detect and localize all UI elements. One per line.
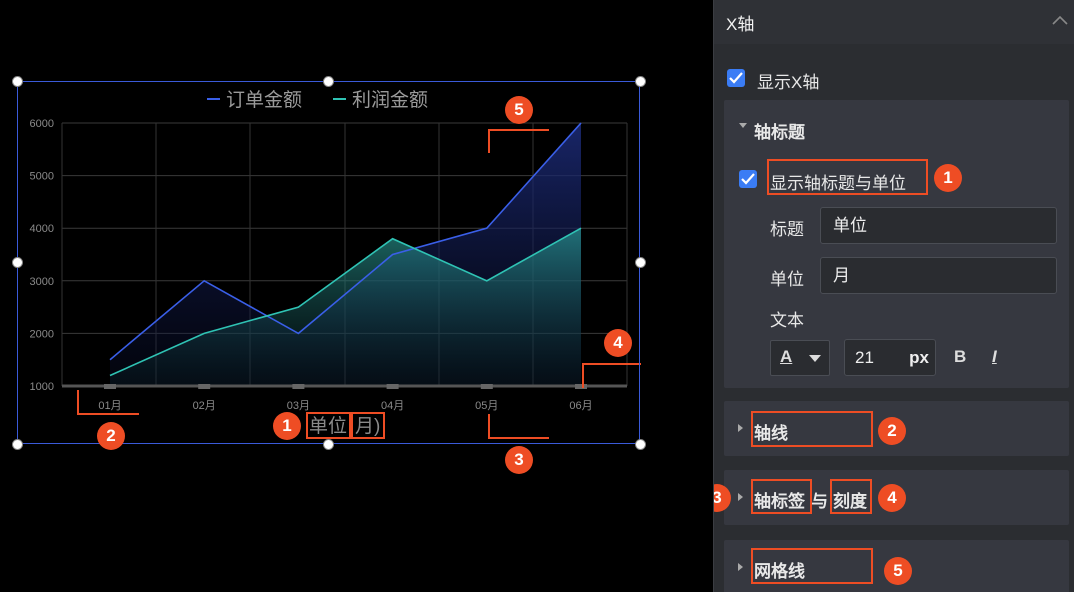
text-style-label: 文本: [770, 311, 804, 330]
caret-right-icon[interactable]: [738, 493, 743, 501]
resize-handle-ml[interactable]: [12, 257, 23, 268]
show-x-axis-checkbox[interactable]: [727, 69, 745, 87]
show-axis-title-unit-checkbox[interactable]: [739, 170, 757, 188]
italic-button[interactable]: I: [992, 347, 997, 367]
x-tick-mark: [575, 384, 587, 389]
area-chart: 1000 2000 3000 4000 5000 6000 01月 02月 03月 04月 05月 0…: [30, 89, 641, 439]
unit-field-label: 单位: [770, 270, 804, 289]
check-icon: [729, 72, 743, 84]
y-tick-label: 1000: [30, 381, 54, 393]
font-color-glyph: A: [780, 347, 793, 366]
x-tick-label: 03月: [287, 400, 310, 412]
callout-line-3: [488, 414, 549, 439]
callout-badge-1: 1: [273, 412, 301, 440]
resize-handle-bm[interactable]: [323, 439, 334, 450]
property-panel: X轴 显示X轴 轴标题 显示轴标题与单位 1 标题 单位 单位 月 文本 A 2…: [713, 0, 1074, 592]
y-tick-label: 3000: [30, 276, 54, 288]
highlight-axis-tick: [830, 479, 872, 514]
x-tick-mark: [292, 384, 305, 389]
axis-label-tick-joiner: 与: [811, 492, 828, 511]
y-tick-label: 5000: [30, 171, 54, 183]
axis-title-input[interactable]: 单位: [820, 207, 1057, 244]
y-tick-label: 2000: [30, 328, 54, 340]
dropdown-arrow-icon: [809, 355, 821, 362]
highlight-axis-label: [751, 479, 812, 514]
x-tick-label: 06月: [569, 400, 592, 412]
callout-line-4: [582, 363, 641, 388]
x-axis-panel-header[interactable]: X轴: [714, 0, 1074, 44]
resize-handle-br[interactable]: [635, 439, 646, 450]
callout-line-5: [488, 129, 549, 153]
callout-badge-1: 1: [934, 164, 962, 192]
x-tick-mark: [198, 384, 211, 389]
axis-title-section-label[interactable]: 轴标题: [754, 118, 805, 143]
font-size-unit: px: [909, 348, 929, 367]
resize-handle-bl[interactable]: [12, 439, 23, 450]
x-tick-mark: [104, 384, 116, 389]
check-icon: [741, 173, 755, 185]
highlight-axis-line: [751, 411, 873, 447]
chart-canvas[interactable]: 1000 2000 3000 4000 5000 6000 01月 02月 03月 04月 05月 0…: [0, 0, 713, 592]
callout-badge-5: 5: [884, 557, 912, 585]
callout-badge-3: 3: [505, 446, 533, 474]
panel-title: X轴: [726, 15, 755, 34]
x-tick-label: 05月: [475, 400, 498, 412]
legend-label-profit: 利润金额: [352, 89, 428, 111]
x-tick-label: 04月: [381, 400, 404, 412]
highlight-show-axis-title-unit: [767, 159, 928, 195]
callout-badge-4: 4: [604, 329, 632, 357]
caret-down-icon[interactable]: [739, 123, 747, 128]
bold-button[interactable]: B: [954, 347, 966, 367]
resize-handle-tl[interactable]: [12, 76, 23, 87]
x-tick-mark: [386, 384, 399, 389]
callout-badge-4: 4: [878, 484, 906, 512]
title-field-label: 标题: [770, 220, 804, 239]
font-size-value: 21: [855, 348, 874, 367]
y-tick-label: 4000: [30, 223, 54, 235]
highlight-axis-title-paren: [351, 412, 385, 439]
font-size-input[interactable]: 21 px: [844, 339, 936, 376]
y-tick-label: 6000: [30, 118, 54, 130]
legend-label-order: 订单金额: [226, 89, 302, 111]
callout-badge-2: 2: [878, 417, 906, 445]
resize-handle-tm[interactable]: [323, 76, 334, 87]
axis-unit-input[interactable]: 月: [820, 257, 1057, 294]
resize-handle-tr[interactable]: [635, 76, 646, 87]
highlight-grid-lines: [751, 548, 873, 584]
x-tick-label: 02月: [193, 400, 216, 412]
caret-right-icon[interactable]: [738, 424, 743, 432]
chevron-up-icon[interactable]: [1051, 14, 1069, 26]
caret-right-icon[interactable]: [738, 563, 743, 571]
resize-handle-mr[interactable]: [635, 257, 646, 268]
highlight-axis-title-unit: [306, 412, 351, 439]
x-tick-mark: [480, 384, 493, 389]
show-x-axis-label: 显示X轴: [757, 73, 820, 92]
font-color-picker[interactable]: A: [770, 340, 830, 376]
callout-badge-2: 2: [97, 422, 125, 450]
callout-badge-5: 5: [505, 96, 533, 124]
legend: 订单金额 利润金额: [207, 89, 428, 111]
x-tick-label: 01月: [98, 400, 121, 412]
